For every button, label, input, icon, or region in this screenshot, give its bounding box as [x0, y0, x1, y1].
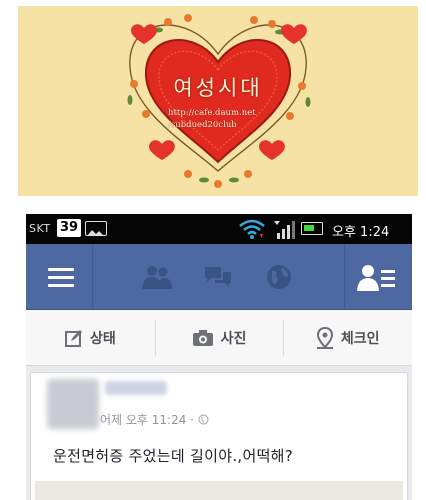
friend-requests-icon[interactable] [357, 264, 397, 296]
cafe-url: http://cafe.daum.net /subdued20club [168, 107, 256, 131]
cafe-title: 여성시대 [173, 76, 263, 100]
location-pin-icon [316, 326, 333, 349]
feed-post: 어제 오후 11:24 · 운전면허증 주었는데 길이야.,어떡해? [30, 372, 408, 500]
cafe-url-line2: /subdued20club [168, 120, 237, 130]
battery-icon [301, 222, 323, 235]
friends-icon[interactable] [141, 265, 173, 293]
carrier-label: SKT [29, 222, 51, 235]
status-label: 상태 [89, 330, 116, 347]
timestamp-text: 어제 오후 11:24 · [100, 413, 198, 427]
cafe-banner: 여성시대 http://cafe.daum.net /subdued20club [18, 6, 418, 196]
signal-icon [273, 219, 297, 243]
gallery-icon [85, 221, 107, 236]
globe-icon[interactable] [266, 264, 292, 294]
messages-icon[interactable] [203, 265, 233, 295]
menu-icon[interactable] [48, 268, 74, 288]
phone-screen: SKT 39 오후 1:24 상태 사진 체크인 어제 오후 11:24 · 운… [26, 214, 412, 500]
avatar[interactable] [47, 379, 99, 429]
photo-button[interactable]: 사진 [154, 310, 284, 365]
post-text: 운전면허증 주었는데 길이야.,어떡해? [53, 447, 294, 465]
facebook-navbar [26, 244, 412, 310]
camera-icon [192, 329, 213, 346]
notification-badge: 39 [57, 219, 81, 237]
author-name-redacted[interactable] [105, 381, 167, 395]
globe-privacy-icon [198, 414, 209, 425]
checkin-label: 체크인 [340, 330, 380, 347]
photo-label: 사진 [220, 330, 247, 347]
status-clock: 오후 1:24 [332, 225, 390, 240]
wifi-icon [238, 218, 266, 244]
checkin-button[interactable]: 체크인 [283, 310, 412, 365]
navbar-divider [92, 244, 93, 310]
status-button[interactable]: 상태 [26, 310, 155, 365]
post-composer: 상태 사진 체크인 [26, 310, 412, 366]
post-photo[interactable] [35, 481, 403, 500]
post-timestamp: 어제 오후 11:24 · [100, 411, 209, 428]
navbar-divider [344, 244, 345, 310]
edit-icon [64, 329, 82, 347]
status-bar: SKT 39 오후 1:24 [26, 214, 412, 244]
cafe-url-line1: http://cafe.daum.net [168, 108, 256, 118]
